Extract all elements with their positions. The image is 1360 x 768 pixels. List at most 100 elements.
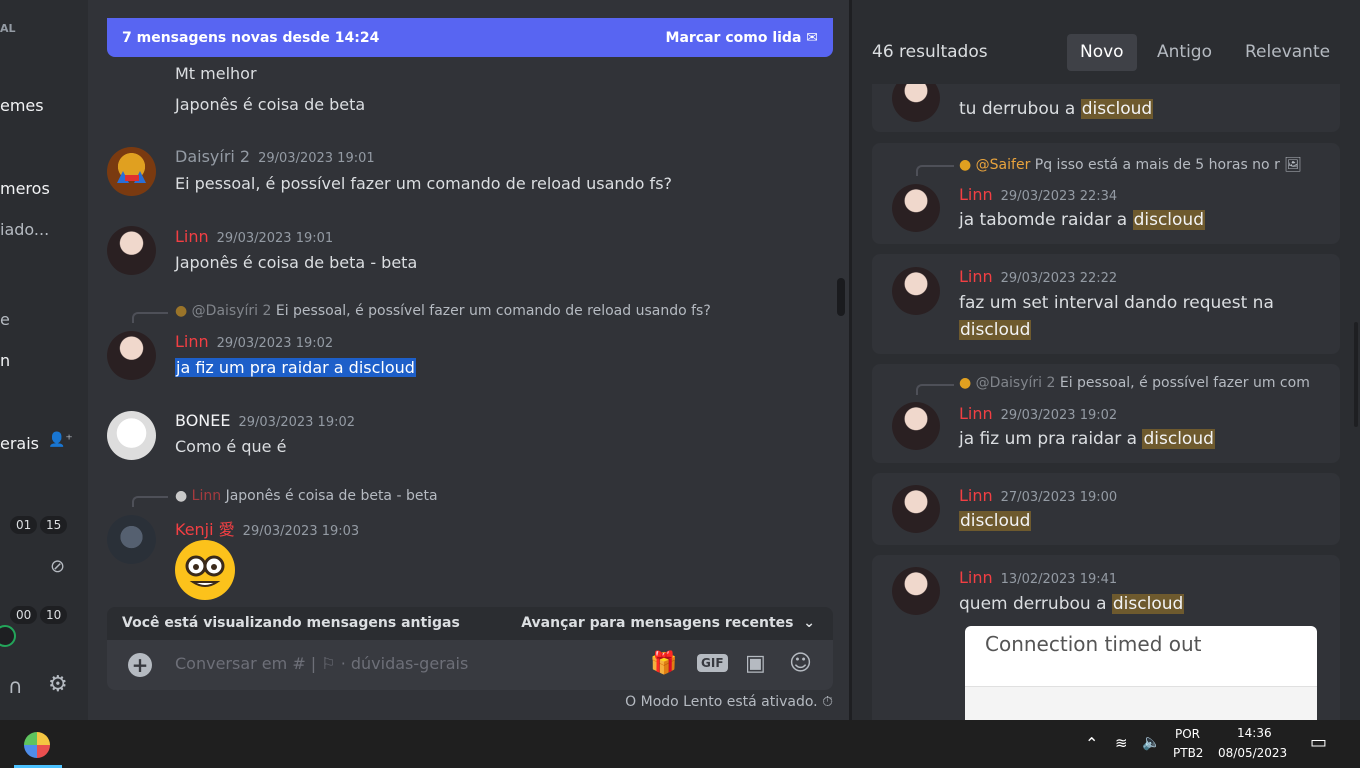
old-messages-bar: Você está visualizando mensagens antigas… — [107, 607, 833, 640]
gif-button[interactable]: GIF — [697, 654, 728, 672]
selected-text: ja fiz um pra raidar a discloud — [175, 358, 416, 377]
notifications-icon[interactable]: ▭ — [1310, 732, 1327, 753]
tab-novo[interactable]: Novo — [1067, 34, 1137, 71]
reply-preview[interactable]: ● Linn Japonês é coisa de beta - beta — [175, 488, 438, 504]
wifi-icon[interactable]: ≋ — [1115, 734, 1128, 752]
search-result-card[interactable]: ● @Daisyíri 2 Ei pessoal, é possível faz… — [872, 364, 1340, 463]
reply-author[interactable]: @Daisyíri 2 — [976, 375, 1056, 391]
reply-preview[interactable]: ● @Saifer Pq isso está a mais de 5 horas… — [959, 157, 1302, 173]
author-name[interactable]: Daisyíri 2 — [175, 147, 250, 166]
result-text: tu derrubou a discloud — [959, 96, 1154, 123]
message-input[interactable]: Conversar em # | ⚐ · dúvidas-gerais — [175, 654, 468, 673]
search-result-card[interactable]: Linn 13/02/2023 19:41 quem derrubou a dis… — [872, 555, 1340, 720]
invite-icon[interactable]: 👤⁺ — [48, 432, 73, 448]
avatar[interactable] — [892, 567, 940, 615]
author-name[interactable]: Linn — [175, 332, 209, 351]
jump-to-recent-button[interactable]: Avançar para mensagens recentes ⌄ — [521, 615, 815, 631]
result-text: discloud — [959, 317, 1032, 344]
input-language[interactable]: POR — [1175, 727, 1200, 741]
avatar[interactable] — [892, 267, 940, 315]
clock-date[interactable]: 08/05/2023 — [1218, 746, 1287, 760]
author-name[interactable]: Kenji 愛 — [175, 520, 235, 539]
voice-timer-badge: 00 — [10, 606, 38, 624]
avatar[interactable] — [107, 331, 156, 380]
emoji-icon[interactable]: ☺ — [789, 651, 812, 676]
sidebar-channel-item[interactable]: iado... — [0, 220, 49, 239]
author-name[interactable]: Linn — [959, 404, 993, 423]
attach-plus-icon[interactable]: + — [128, 653, 152, 677]
sidebar-channel-item-active[interactable]: erais — [0, 434, 39, 453]
message-text: Como é que é — [175, 437, 287, 456]
image-attachment-icon: 🖼 — [1284, 157, 1303, 173]
sidebar-channel-item[interactable]: emes — [0, 96, 44, 115]
sidebar-channel-item[interactable]: n — [0, 351, 10, 370]
message-author[interactable]: Kenji 愛 29/03/2023 19:03 — [175, 516, 359, 540]
new-messages-bar[interactable]: 7 mensagens novas desde 14:24 Marcar com… — [107, 18, 833, 57]
gift-icon[interactable]: 🎁 — [650, 651, 677, 676]
result-author[interactable]: Linn 29/03/2023 22:34 — [959, 185, 1117, 204]
reply-preview[interactable]: ● @Daisyíri 2 Ei pessoal, é possível faz… — [959, 375, 1310, 391]
author-name[interactable]: Linn — [959, 486, 993, 505]
chevron-up-icon[interactable]: ⌃ — [1085, 734, 1098, 753]
avatar[interactable] — [107, 515, 156, 564]
image-embed[interactable]: Connection timed out — [965, 626, 1317, 720]
reply-author[interactable]: Linn — [192, 488, 221, 504]
search-result-card[interactable]: Linn 27/03/2023 19:00 discloud — [872, 473, 1340, 545]
result-text: discloud — [959, 508, 1032, 535]
result-text-part: ja fiz um pra raidar a — [959, 429, 1143, 449]
avatar[interactable] — [892, 184, 940, 232]
sidebar-channel-item[interactable]: e — [0, 310, 10, 329]
message-author[interactable]: Linn 29/03/2023 19:01 — [175, 227, 333, 246]
message-text: Ei pessoal, é possível fazer um comando … — [175, 174, 673, 193]
result-timestamp: 29/03/2023 22:22 — [1000, 271, 1118, 286]
search-highlight: discloud — [1142, 429, 1215, 449]
author-name[interactable]: BONEE — [175, 411, 230, 430]
avatar[interactable] — [107, 411, 156, 460]
reply-avatar-icon: ● — [959, 375, 972, 391]
tab-relevante[interactable]: Relevante — [1232, 34, 1343, 71]
sidebar-channel-item[interactable]: meros — [0, 179, 50, 198]
message-author[interactable]: Daisyíri 2 29/03/2023 19:01 — [175, 147, 375, 166]
reply-author[interactable]: @Saifer — [976, 157, 1031, 173]
reply-preview[interactable]: ● @Daisyíri 2 Ei pessoal, é possível faz… — [175, 303, 711, 319]
avatar[interactable] — [892, 402, 940, 450]
jump-to-recent-label: Avançar para mensagens recentes — [521, 615, 794, 631]
reply-author[interactable]: @Daisyíri 2 — [192, 303, 272, 319]
reply-text: Japonês é coisa de beta - beta — [225, 488, 438, 504]
timer-icon: ⏱ — [822, 694, 833, 710]
message-author[interactable]: BONEE 29/03/2023 19:02 — [175, 411, 355, 430]
mark-read-icon: ✉ — [806, 30, 818, 46]
muted-icon[interactable]: ⊘ — [50, 556, 65, 577]
message-text: Mt melhor — [175, 64, 257, 83]
message-text-selected: ja fiz um pra raidar a discloud — [175, 358, 416, 377]
clock-time[interactable]: 14:36 — [1237, 726, 1272, 740]
sticker-icon[interactable]: ▣ — [745, 651, 766, 676]
gear-icon[interactable]: ⚙ — [48, 672, 68, 697]
result-text: quem derrubou a discloud — [959, 591, 1185, 618]
avatar[interactable] — [107, 226, 156, 275]
avatar[interactable] — [892, 485, 940, 533]
chat-scrollbar[interactable] — [837, 278, 845, 316]
search-result-card[interactable]: Linn 29/03/2023 22:22 faz um set interval… — [872, 254, 1340, 354]
result-author[interactable]: Linn 13/02/2023 19:41 — [959, 568, 1117, 587]
chevron-down-icon: ⌄ — [803, 615, 815, 631]
result-timestamp: 29/03/2023 19:02 — [1000, 408, 1118, 423]
result-author[interactable]: Linn 27/03/2023 19:00 — [959, 486, 1117, 505]
keyboard-layout[interactable]: PTB2 — [1173, 746, 1203, 760]
author-name[interactable]: Linn — [959, 267, 993, 286]
author-name[interactable]: Linn — [175, 227, 209, 246]
results-scrollbar[interactable] — [1354, 322, 1358, 427]
headphones-icon[interactable]: ∩ — [8, 674, 23, 698]
result-author[interactable]: Linn 29/03/2023 22:22 — [959, 267, 1117, 286]
tab-antigo[interactable]: Antigo — [1144, 34, 1225, 71]
author-name[interactable]: Linn — [959, 568, 993, 587]
avatar[interactable] — [107, 147, 156, 196]
new-messages-text: 7 mensagens novas desde 14:24 — [122, 30, 380, 46]
volume-icon[interactable]: 🔈 — [1142, 733, 1161, 751]
result-author[interactable]: Linn 29/03/2023 19:02 — [959, 404, 1117, 423]
taskbar-app-paint[interactable] — [14, 726, 62, 768]
message-author[interactable]: Linn 29/03/2023 19:02 — [175, 332, 333, 351]
mark-as-read-button[interactable]: Marcar como lida ✉ — [666, 30, 818, 46]
author-name[interactable]: Linn — [959, 185, 993, 204]
search-result-card[interactable]: ● @Saifer Pq isso está a mais de 5 horas… — [872, 143, 1340, 244]
